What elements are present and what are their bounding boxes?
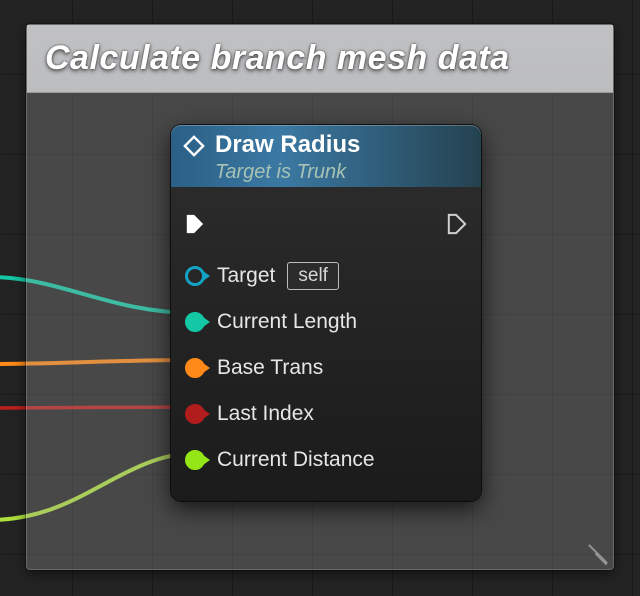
pin-label: Current Distance (217, 448, 375, 472)
node-header[interactable]: Draw Radius Target is Trunk (171, 125, 481, 187)
last-index-pin[interactable] (185, 404, 205, 424)
pin-label: Last Index (217, 402, 314, 426)
node-subtitle: Target is Trunk (215, 161, 360, 184)
exec-row (185, 201, 467, 247)
function-node-icon (183, 135, 205, 157)
function-node-draw-radius[interactable]: Draw Radius Target is Trunk Target self (171, 125, 481, 501)
pin-label: Current Length (217, 310, 357, 334)
target-default-chip[interactable]: self (287, 262, 339, 290)
exec-in-pin[interactable] (185, 214, 205, 234)
pin-row-current-length: Current Length (185, 299, 467, 345)
target-pin[interactable] (185, 266, 205, 286)
current-distance-pin[interactable] (185, 450, 205, 470)
pin-label: Base Trans (217, 356, 323, 380)
resize-grip-icon[interactable] (583, 539, 607, 563)
comment-title[interactable]: Calculate branch mesh data (27, 25, 613, 93)
node-title: Draw Radius (215, 131, 360, 159)
pin-row-base-trans: Base Trans (185, 345, 467, 391)
pin-row-target: Target self (185, 253, 467, 299)
pin-row-last-index: Last Index (185, 391, 467, 437)
pin-row-current-distance: Current Distance (185, 437, 467, 483)
exec-out-pin[interactable] (447, 214, 467, 234)
node-body: Target self Current Length Base Trans La… (171, 187, 481, 501)
pin-label: Target (217, 264, 275, 288)
base-trans-pin[interactable] (185, 358, 205, 378)
current-length-pin[interactable] (185, 312, 205, 332)
